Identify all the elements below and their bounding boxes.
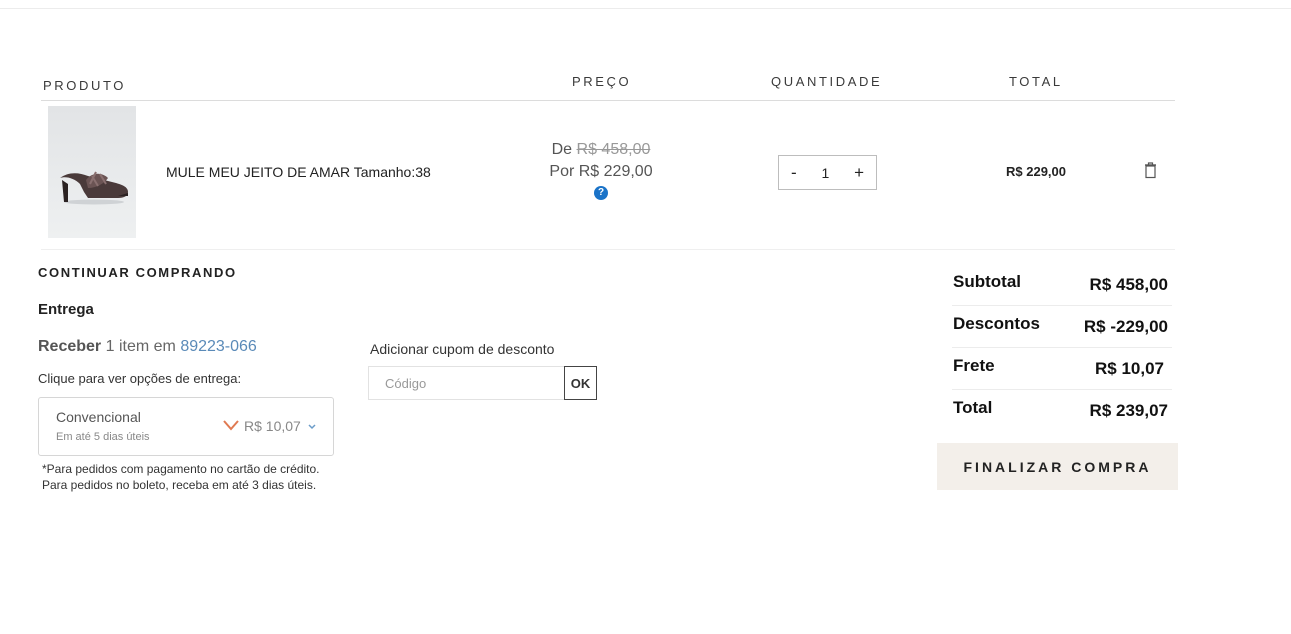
summary-label: Total bbox=[953, 398, 993, 417]
summary-row-shipping: Frete R$ 10,07 bbox=[952, 348, 1172, 390]
product-name[interactable]: MULE MEU JEITO DE AMAR Tamanho:38 bbox=[166, 164, 431, 180]
coupon-ok-button[interactable]: OK bbox=[564, 366, 597, 400]
caret-down-icon bbox=[307, 419, 317, 430]
checkout-button[interactable]: FINALIZAR COMPRA bbox=[937, 443, 1178, 490]
header-product: PRODUTO bbox=[43, 78, 126, 93]
chevron-down-icon bbox=[222, 417, 240, 433]
coupon-label: Adicionar cupom de desconto bbox=[370, 341, 555, 357]
shipping-option-select[interactable]: Convencional Em até 5 dias úteis R$ 10,0… bbox=[38, 397, 334, 456]
shipping-option-name: Convencional bbox=[56, 409, 141, 425]
receive-text: 1 item em bbox=[105, 338, 176, 355]
trash-icon[interactable] bbox=[1142, 161, 1159, 179]
continue-shopping-link[interactable]: CONTINUAR COMPRANDO bbox=[38, 265, 237, 280]
receive-label: Receber bbox=[38, 338, 102, 355]
shoe-image bbox=[60, 171, 128, 205]
header-price: PREÇO bbox=[572, 74, 632, 89]
summary-row-discounts: Descontos R$ -229,00 bbox=[952, 306, 1172, 348]
delivery-notes: *Para pedidos com pagamento no cartão de… bbox=[42, 461, 322, 493]
qty-decrease-button[interactable]: - bbox=[791, 164, 797, 181]
price-old-line: De R$ 458,00 bbox=[520, 141, 682, 159]
qty-value[interactable]: 1 bbox=[821, 165, 829, 181]
price-new: R$ 229,00 bbox=[578, 163, 653, 180]
delivery-summary: Receber 1 item em 89223-066 bbox=[38, 338, 257, 356]
help-icon[interactable]: ? bbox=[594, 186, 608, 200]
header-quantity: QUANTIDADE bbox=[771, 74, 883, 89]
qty-increase-button[interactable]: + bbox=[854, 164, 864, 181]
summary-row-total: Total R$ 239,07 bbox=[952, 390, 1172, 432]
delivery-note-card: *Para pedidos com pagamento no cartão de… bbox=[42, 462, 320, 476]
price-new-prefix: Por bbox=[549, 163, 575, 180]
summary-value: R$ 458,00 bbox=[1089, 275, 1168, 294]
line-total: R$ 229,00 bbox=[1006, 164, 1066, 179]
row-divider bbox=[41, 249, 1175, 250]
quantity-stepper: - 1 + bbox=[778, 155, 877, 190]
summary-label: Frete bbox=[953, 356, 995, 375]
price-old-prefix: De bbox=[551, 141, 573, 158]
summary-value: R$ -229,00 bbox=[1083, 317, 1168, 336]
price-new-line: Por R$ 229,00 bbox=[520, 163, 682, 181]
summary-label: Subtotal bbox=[953, 272, 1021, 291]
header-divider bbox=[41, 100, 1175, 101]
shipping-option-price: R$ 10,07 bbox=[244, 418, 301, 434]
delivery-prompt: Clique para ver opções de entrega: bbox=[38, 371, 242, 386]
summary-label: Descontos bbox=[953, 314, 1040, 333]
cep-link[interactable]: 89223-066 bbox=[180, 338, 257, 355]
summary-value: R$ 239,07 bbox=[1089, 401, 1168, 420]
delivery-title: Entrega bbox=[38, 301, 94, 318]
top-divider bbox=[0, 8, 1291, 9]
summary-row-subtotal: Subtotal R$ 458,00 bbox=[952, 264, 1172, 306]
summary-value: R$ 10,07 bbox=[1095, 359, 1164, 378]
header-total: TOTAL bbox=[1009, 74, 1063, 89]
coupon-input[interactable] bbox=[368, 366, 565, 400]
delivery-note-boleto: Para pedidos no boleto, receba em até 3 … bbox=[42, 478, 317, 492]
price-old: R$ 458,00 bbox=[576, 141, 651, 158]
shipping-option-eta: Em até 5 dias úteis bbox=[56, 431, 150, 443]
product-thumbnail[interactable] bbox=[48, 106, 136, 238]
